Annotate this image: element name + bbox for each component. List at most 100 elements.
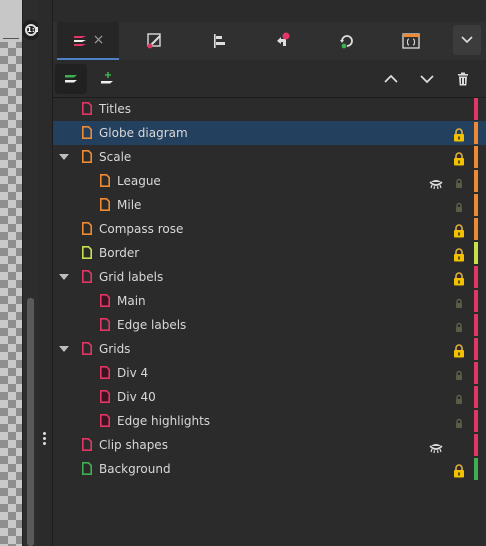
splitter-handle-icon[interactable] xyxy=(43,432,46,447)
undo-history-icon xyxy=(277,32,290,46)
layers-toolbar xyxy=(53,60,486,98)
layer-color-tag[interactable] xyxy=(474,242,478,264)
expand-arrow-icon[interactable] xyxy=(58,265,70,289)
layer-color-tag[interactable] xyxy=(474,170,478,192)
layer-label: League xyxy=(117,174,161,188)
add-layer-icon xyxy=(101,72,113,84)
layer-label: Grid labels xyxy=(99,270,164,284)
lock-icon[interactable] xyxy=(453,270,465,286)
scrollbar-thumb[interactable] xyxy=(27,298,34,546)
tab-layers[interactable]: × xyxy=(57,22,119,60)
layer-row[interactable]: Border xyxy=(53,241,486,265)
tab-overflow-button[interactable] xyxy=(453,25,481,55)
layer-file-icon xyxy=(82,462,92,475)
layer-file-icon xyxy=(82,438,92,451)
dock-tabbar: × xyxy=(53,22,486,60)
layers-icon xyxy=(73,36,86,46)
inherited-lock-icon[interactable] xyxy=(453,294,465,308)
chevron-down-icon xyxy=(461,36,473,44)
layer-color-tag[interactable] xyxy=(474,314,478,336)
close-tab-icon[interactable]: × xyxy=(93,32,105,48)
layers-stack-icon xyxy=(65,75,77,83)
layer-color-tag[interactable] xyxy=(474,218,478,240)
layer-row[interactable]: Background xyxy=(53,457,486,481)
lock-icon[interactable] xyxy=(453,342,465,358)
layer-color-tag[interactable] xyxy=(474,362,478,384)
lock-icon[interactable] xyxy=(453,246,465,262)
layer-row[interactable]: League xyxy=(53,169,486,193)
lock-icon[interactable] xyxy=(453,222,465,238)
layer-color-tag[interactable] xyxy=(474,266,478,288)
layer-color-tag[interactable] xyxy=(474,290,478,312)
layer-label: Compass rose xyxy=(99,222,184,236)
chevron-down-icon xyxy=(420,75,434,84)
layer-row[interactable]: Mile xyxy=(53,193,486,217)
expand-arrow-icon[interactable] xyxy=(58,337,70,361)
xml-editor-icon xyxy=(402,33,420,49)
tab-xml-editor[interactable] xyxy=(393,22,429,60)
layer-file-icon xyxy=(100,366,110,379)
layer-row[interactable]: Main xyxy=(53,289,486,313)
layer-file-icon xyxy=(100,414,110,427)
tab-object-properties[interactable] xyxy=(329,22,365,60)
dock-splitter[interactable] xyxy=(38,0,52,546)
layer-row[interactable]: Globe diagram xyxy=(53,121,486,145)
layer-label: Background xyxy=(99,462,171,476)
layer-color-tag[interactable] xyxy=(474,122,478,144)
tab-undo-history[interactable] xyxy=(265,22,301,60)
layer-color-tag[interactable] xyxy=(474,338,478,360)
lock-icon[interactable] xyxy=(453,150,465,166)
layer-label: Grids xyxy=(99,342,131,356)
inherited-lock-icon[interactable] xyxy=(453,174,465,188)
tab-align[interactable] xyxy=(201,22,237,60)
tab-edit-path[interactable] xyxy=(137,22,173,60)
layers-objects-toggle-button[interactable] xyxy=(55,64,87,94)
layer-color-tag[interactable] xyxy=(474,146,478,168)
layer-row[interactable]: Grid labels xyxy=(53,265,486,289)
expand-arrow-icon[interactable] xyxy=(58,145,70,169)
edit-path-icon xyxy=(147,33,161,49)
layer-label: Mile xyxy=(117,198,142,212)
add-layer-button[interactable] xyxy=(91,64,123,94)
inherited-lock-icon[interactable] xyxy=(453,198,465,212)
layer-label: Main xyxy=(117,294,146,308)
canvas-vertical-scrollbar[interactable] xyxy=(22,0,39,546)
object-properties-icon xyxy=(340,35,353,49)
align-icon xyxy=(214,34,225,48)
layer-row[interactable]: Compass rose xyxy=(53,217,486,241)
lock-icon[interactable] xyxy=(453,126,465,142)
layer-color-tag[interactable] xyxy=(474,458,478,480)
inherited-lock-icon[interactable] xyxy=(453,414,465,428)
layer-file-icon xyxy=(82,222,92,235)
ruler-corner xyxy=(0,0,22,42)
lock-icon[interactable] xyxy=(453,462,465,478)
layer-color-tag[interactable] xyxy=(474,98,478,120)
layer-label: Edge highlights xyxy=(117,414,211,428)
delete-layer-button[interactable] xyxy=(447,64,479,94)
layer-row[interactable]: Div 40 xyxy=(53,385,486,409)
layer-file-icon xyxy=(100,198,110,211)
hidden-eye-icon[interactable] xyxy=(429,438,443,454)
raise-layer-button[interactable] xyxy=(375,64,407,94)
canvas-strip xyxy=(0,0,22,546)
lower-layer-button[interactable] xyxy=(411,64,443,94)
layer-row[interactable]: Scale xyxy=(53,145,486,169)
layer-label: Border xyxy=(99,246,140,260)
layer-color-tag[interactable] xyxy=(474,386,478,408)
layer-file-icon xyxy=(100,390,110,403)
layer-color-tag[interactable] xyxy=(474,410,478,432)
layer-row[interactable]: Titles xyxy=(53,97,486,121)
inherited-lock-icon[interactable] xyxy=(453,390,465,404)
hidden-eye-icon[interactable] xyxy=(429,174,443,190)
layer-row[interactable]: Grids xyxy=(53,337,486,361)
layer-color-tag[interactable] xyxy=(474,434,478,456)
layer-label: Div 4 xyxy=(117,366,149,380)
layer-row[interactable]: Div 4 xyxy=(53,361,486,385)
inherited-lock-icon[interactable] xyxy=(453,366,465,380)
inherited-lock-icon[interactable] xyxy=(453,318,465,332)
layer-row[interactable]: Edge labels xyxy=(53,313,486,337)
layer-color-tag[interactable] xyxy=(474,194,478,216)
layer-row[interactable]: Clip shapes xyxy=(53,433,486,457)
layer-file-icon xyxy=(82,126,92,139)
layer-row[interactable]: Edge highlights xyxy=(53,409,486,433)
